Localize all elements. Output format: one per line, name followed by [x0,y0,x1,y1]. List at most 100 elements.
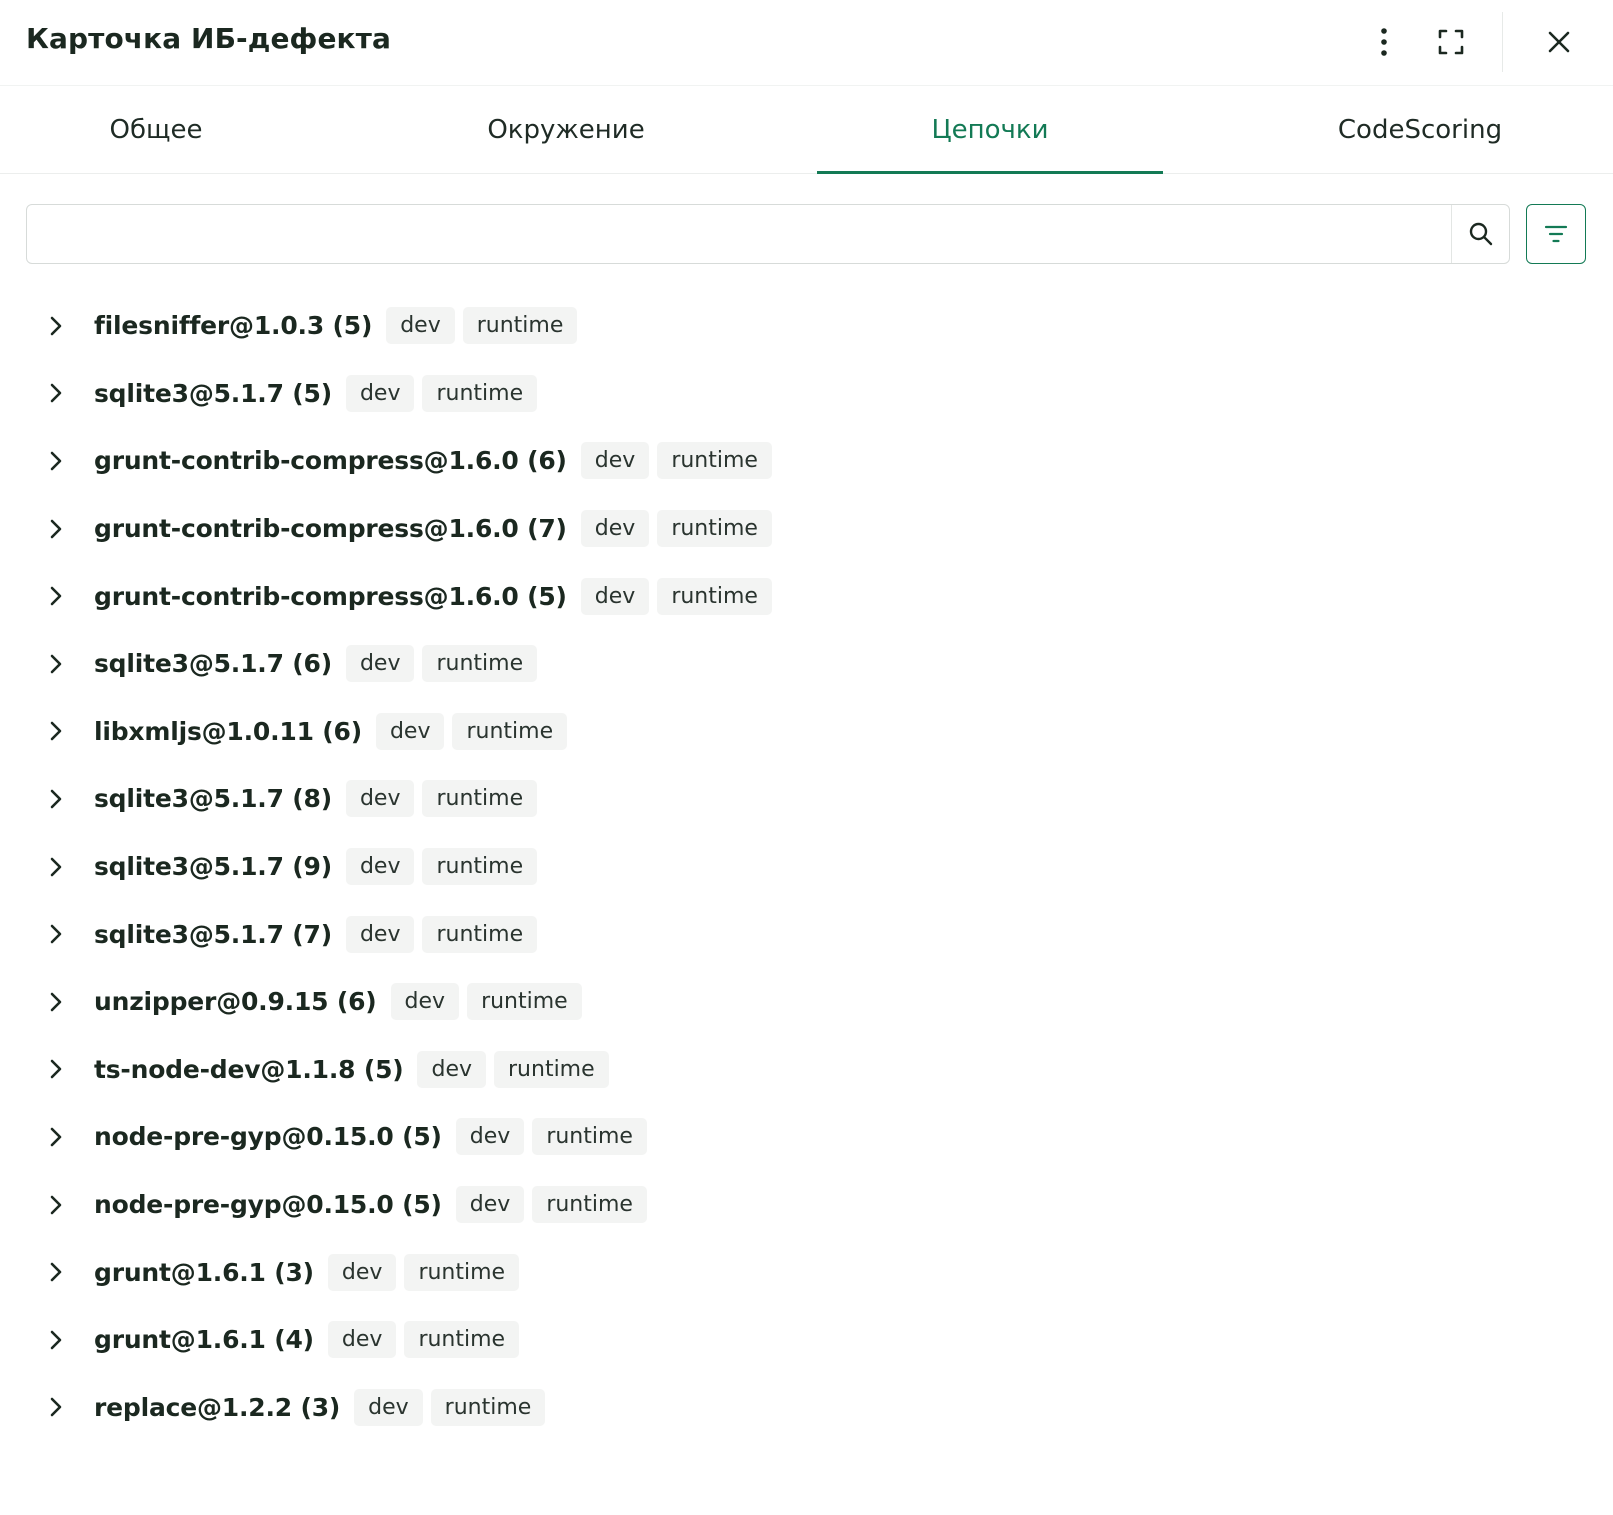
fullscreen-icon [1438,29,1464,55]
search-box [26,204,1510,264]
chain-item[interactable]: replace@1.2.2 (3) dev runtime [44,1374,1613,1442]
close-icon [1548,31,1570,53]
chain-name: replace@1.2.2 (3) [94,1392,341,1422]
tag-runtime: runtime [657,510,772,548]
tag-runtime: runtime [404,1253,520,1291]
chain-name: sqlite3@5.1.7 (7) [94,919,332,949]
chain-item[interactable]: node-pre-gyp@0.15.0 (5) dev runtime [44,1103,1613,1171]
tag-dev: dev [345,915,415,953]
search-icon [1469,222,1492,246]
more-vertical-icon [1381,28,1387,56]
tag-dev: dev [375,712,445,750]
chain-item[interactable]: filesniffer@1.0.3 (5) dev runtime [44,292,1613,360]
chain-expand-toggle[interactable] [44,381,68,405]
chain-expand-toggle[interactable] [44,1395,68,1419]
tag-runtime: runtime [657,442,772,480]
chain-name: filesniffer@1.0.3 (5) [94,311,373,341]
tag-dev: dev [345,374,415,412]
chain-expand-toggle[interactable] [44,787,68,811]
chain-expand-toggle[interactable] [44,314,68,338]
tag-runtime: runtime [422,915,538,953]
tag-runtime: runtime [494,1050,609,1088]
search-button[interactable] [1451,205,1509,263]
tag-runtime: runtime [422,645,538,683]
chain-item[interactable]: grunt@1.6.1 (4) dev runtime [44,1306,1613,1374]
chain-item[interactable]: grunt-contrib-compress@1.6.0 (6) dev runti… [44,427,1613,495]
tag-runtime: runtime [452,712,568,750]
chevron-right-icon [50,451,62,471]
tag-runtime: runtime [404,1321,520,1359]
filter-icon [1544,225,1568,243]
chain-name: sqlite3@5.1.7 (5) [94,378,332,408]
tag-dev: dev [327,1253,397,1291]
tag-dev: dev [417,1050,487,1088]
tag-dev: dev [580,510,650,548]
chain-expand-toggle[interactable] [44,652,68,676]
chain-item[interactable]: sqlite3@5.1.7 (9) dev runtime [44,833,1613,901]
chain-item[interactable]: unzipper@0.9.15 (6) dev runtime [44,968,1613,1036]
chain-name: unzipper@0.9.15 (6) [94,987,377,1017]
chevron-right-icon [50,1060,62,1079]
chevron-right-icon [50,384,62,403]
close-button[interactable] [1537,20,1581,64]
chevron-right-icon [50,1330,62,1350]
chain-expand-toggle[interactable] [44,719,68,743]
chain-expand-toggle[interactable] [44,1125,68,1149]
tab-codescoring[interactable]: CodeScoring [1250,86,1590,174]
chain-list: filesniffer@1.0.3 (5) dev runtime sqlite3@5… [0,292,1613,1441]
chevron-right-icon [50,992,62,1012]
chain-expand-toggle[interactable] [44,517,68,541]
tab-bar: Общее Окружение Цепочки CodeScoring [0,86,1613,174]
chain-item[interactable]: libxmljs@1.0.11 (6) dev runtime [44,698,1613,766]
tag-runtime: runtime [657,577,772,615]
chain-item[interactable]: node-pre-gyp@0.15.0 (5) dev runtime [44,1171,1613,1239]
tab-chains[interactable]: Цепочки [817,86,1163,174]
chain-item[interactable]: sqlite3@5.1.7 (8) dev runtime [44,765,1613,833]
chevron-right-icon [50,1195,62,1214]
chain-expand-toggle[interactable] [44,990,68,1014]
chain-expand-toggle[interactable] [44,584,68,608]
tag-dev: dev [455,1186,525,1224]
tag-dev: dev [327,1321,397,1359]
tag-runtime: runtime [532,1118,647,1156]
tag-runtime: runtime [467,983,582,1021]
chain-item[interactable]: sqlite3@5.1.7 (7) dev runtime [44,900,1613,968]
chain-name: sqlite3@5.1.7 (6) [94,649,332,679]
tag-dev: dev [345,780,415,818]
defect-card-panel: Карточка ИБ-дефекта Общее Окружение Цепо… [0,0,1613,1515]
tab-general[interactable]: Общее [0,86,312,174]
chain-expand-toggle[interactable] [44,1193,68,1217]
more-menu-button[interactable] [1362,20,1406,64]
chain-expand-toggle[interactable] [44,922,68,946]
chain-expand-toggle[interactable] [44,855,68,879]
chain-name: sqlite3@5.1.7 (9) [94,852,332,882]
chain-item[interactable]: ts-node-dev@1.1.8 (5) dev runtime [44,1036,1613,1104]
chevron-right-icon [50,1397,62,1417]
chain-expand-toggle[interactable] [44,1328,68,1352]
tag-runtime: runtime [422,848,538,886]
chain-name: grunt@1.6.1 (4) [94,1325,314,1355]
chevron-right-icon [50,519,62,538]
chevron-right-icon [50,586,62,606]
chain-item[interactable]: grunt-contrib-compress@1.6.0 (7) dev runti… [44,495,1613,563]
panel-header: Карточка ИБ-дефекта [0,0,1613,86]
filter-button[interactable] [1526,204,1586,264]
tag-dev: dev [345,645,415,683]
chain-expand-toggle[interactable] [44,1260,68,1284]
search-input[interactable] [27,205,1451,263]
chain-item[interactable]: sqlite3@5.1.7 (5) dev runtime [44,360,1613,428]
chain-item[interactable]: sqlite3@5.1.7 (6) dev runtime [44,630,1613,698]
chain-expand-toggle[interactable] [44,449,68,473]
chain-name: grunt-contrib-compress@1.6.0 (7) [94,514,567,544]
fullscreen-button[interactable] [1429,20,1473,64]
chain-name: grunt@1.6.1 (3) [94,1257,314,1287]
tag-dev: dev [580,442,650,480]
chevron-right-icon [50,789,62,809]
chain-item[interactable]: grunt-contrib-compress@1.6.0 (5) dev runti… [44,562,1613,630]
chain-name: grunt-contrib-compress@1.6.0 (6) [94,446,567,476]
tag-dev: dev [345,848,415,886]
chain-expand-toggle[interactable] [44,1057,68,1081]
chain-item[interactable]: grunt@1.6.1 (3) dev runtime [44,1238,1613,1306]
chain-name: libxmljs@1.0.11 (6) [94,716,362,746]
tab-environment[interactable]: Окружение [398,86,734,174]
